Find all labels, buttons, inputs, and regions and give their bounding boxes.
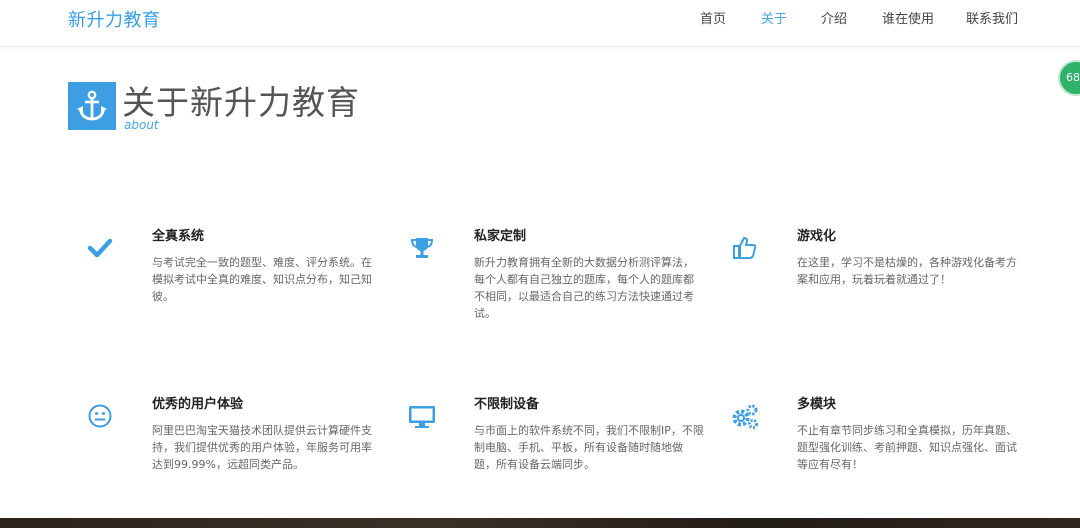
floating-speed-badge[interactable]: 68 bbox=[1058, 60, 1080, 96]
feature-item: 游戏化 在这里，学习不是枯燥的，各种游戏化备考方案和应用，玩着玩着就通过了！ bbox=[733, 228, 1027, 288]
feature-title: 不限制设备 bbox=[474, 397, 540, 412]
section-icon-box bbox=[68, 82, 116, 130]
feature-description: 在这里，学习不是枯燥的，各种游戏化备考方案和应用，玩着玩着就通过了！ bbox=[797, 256, 1017, 286]
feature-item: 优秀的用户体验 阿里巴巴淘宝天猫技术团队提供云计算硬件支持，我们提供优秀的用户体… bbox=[88, 396, 382, 473]
feature-description: 阿里巴巴淘宝天猫技术团队提供云计算硬件支持，我们提供优秀的用户体验，年服务可用率… bbox=[152, 424, 372, 471]
page-title: 关于新升力教育 bbox=[122, 83, 360, 122]
check-icon bbox=[87, 238, 113, 258]
smile-icon bbox=[88, 404, 112, 428]
feature-description: 与考试完全一致的题型、难度、评分系统。在模拟考试中全真的难度、知识点分布，知己知… bbox=[152, 256, 372, 303]
feature-title: 游戏化 bbox=[797, 229, 837, 244]
anchor-icon bbox=[77, 90, 107, 121]
nav-item-intro[interactable]: 介绍 bbox=[821, 8, 847, 27]
feature-title: 全真系统 bbox=[152, 229, 205, 244]
nav-item-about[interactable]: 关于 bbox=[761, 8, 787, 27]
nav-item-who-uses[interactable]: 谁在使用 bbox=[882, 8, 934, 27]
monitor-icon bbox=[409, 406, 435, 428]
feature-description: 新升力教育拥有全新的大数据分析测评算法，每个人都有自己独立的题库，每个人的题库都… bbox=[474, 256, 694, 320]
feature-title: 私家定制 bbox=[474, 229, 527, 244]
feature-title: 多模块 bbox=[797, 397, 837, 412]
feature-description: 与市面上的软件系统不同，我们不限制IP，不限制电脑、手机、平板，所有设备随时随地… bbox=[474, 424, 704, 471]
feature-item: 全真系统 与考试完全一致的题型、难度、评分系统。在模拟考试中全真的难度、知识点分… bbox=[87, 228, 382, 305]
gears-icon bbox=[732, 404, 758, 429]
nav-item-contact[interactable]: 联系我们 bbox=[966, 8, 1018, 27]
thumbs-up-icon bbox=[733, 237, 757, 259]
next-section-preview bbox=[0, 518, 1080, 528]
feature-item: 不限制设备 与市面上的软件系统不同，我们不限制IP，不限制电脑、手机、平板，所有… bbox=[409, 396, 704, 473]
trophy-icon bbox=[410, 238, 434, 258]
feature-description: 不止有章节同步练习和全真模拟，历年真题、题型强化训练、考前押题、知识点强化、面试… bbox=[797, 424, 1017, 471]
page-subtitle: about bbox=[124, 118, 159, 132]
feature-title: 优秀的用户体验 bbox=[152, 397, 244, 412]
feature-item: 私家定制 新升力教育拥有全新的大数据分析测评算法，每个人都有自己独立的题库，每个… bbox=[410, 228, 704, 322]
feature-item: 多模块 不止有章节同步练习和全真模拟，历年真题、题型强化训练、考前押题、知识点强… bbox=[732, 396, 1027, 473]
nav-item-home[interactable]: 首页 bbox=[700, 8, 726, 27]
navbar: 新升力教育 首页 关于 介绍 谁在使用 联系我们 bbox=[0, 0, 1080, 47]
nav-menu: 首页 关于 介绍 谁在使用 联系我们 bbox=[0, 8, 1080, 28]
